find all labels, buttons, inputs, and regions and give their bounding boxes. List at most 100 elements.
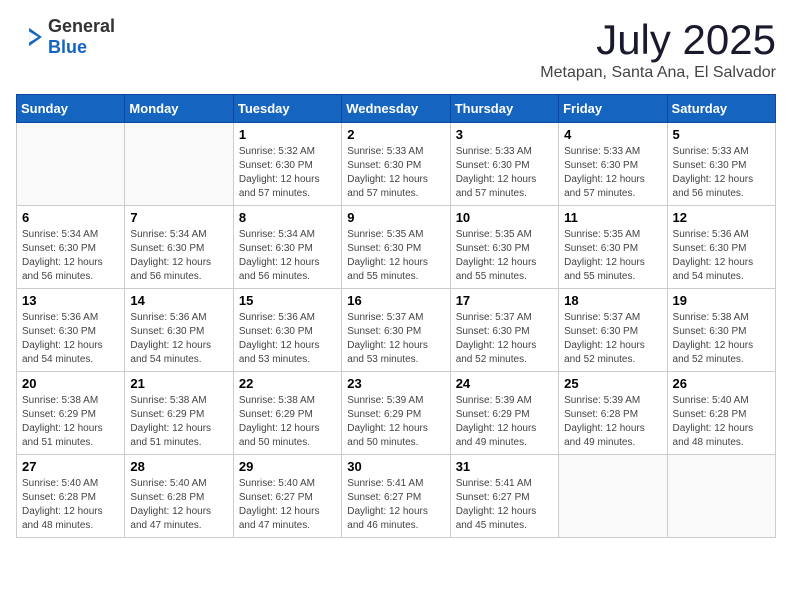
logo-icon (16, 26, 44, 48)
calendar-cell (559, 455, 667, 538)
day-number: 15 (239, 293, 336, 308)
weekday-header: Monday (125, 95, 233, 123)
day-info: Sunrise: 5:37 AMSunset: 6:30 PMDaylight:… (564, 311, 661, 367)
day-number: 16 (347, 293, 444, 308)
day-info: Sunrise: 5:38 AMSunset: 6:29 PMDaylight:… (130, 394, 227, 450)
day-number: 3 (456, 127, 553, 142)
weekday-header: Friday (559, 95, 667, 123)
day-info: Sunrise: 5:37 AMSunset: 6:30 PMDaylight:… (347, 311, 444, 367)
calendar-week-row: 1Sunrise: 5:32 AMSunset: 6:30 PMDaylight… (17, 123, 776, 206)
day-number: 5 (673, 127, 770, 142)
day-number: 20 (22, 376, 119, 391)
calendar-cell: 20 Sunrise: 5:38 AMSunset: 6:29 PMDayligh… (17, 372, 125, 455)
day-info: Sunrise: 5:41 AMSunset: 6:27 PMDaylight:… (456, 477, 553, 533)
weekday-header: Sunday (17, 95, 125, 123)
day-number: 4 (564, 127, 661, 142)
day-info: Sunrise: 5:40 AMSunset: 6:28 PMDaylight:… (22, 477, 119, 533)
day-number: 19 (673, 293, 770, 308)
day-info: Sunrise: 5:35 AMSunset: 6:30 PMDaylight:… (564, 228, 661, 284)
calendar-week-row: 6 Sunrise: 5:34 AMSunset: 6:30 PMDaylight… (17, 206, 776, 289)
day-info: Sunrise: 5:35 AMSunset: 6:30 PMDaylight:… (456, 228, 553, 284)
page-header: General Blue July 2025 Metapan, Santa An… (16, 16, 776, 82)
day-number: 18 (564, 293, 661, 308)
calendar-cell: 14Sunrise: 5:36 AMSunset: 6:30 PMDayligh… (125, 289, 233, 372)
calendar-cell: 3Sunrise: 5:33 AMSunset: 6:30 PMDaylight… (450, 123, 558, 206)
day-number: 27 (22, 459, 119, 474)
day-number: 9 (347, 210, 444, 225)
calendar-cell: 24 Sunrise: 5:39 AMSunset: 6:29 PMDayligh… (450, 372, 558, 455)
calendar-week-row: 20 Sunrise: 5:38 AMSunset: 6:29 PMDayligh… (17, 372, 776, 455)
calendar-cell: 5 Sunrise: 5:33 AMSunset: 6:30 PMDaylight… (667, 123, 775, 206)
day-info: Sunrise: 5:40 AMSunset: 6:28 PMDaylight:… (130, 477, 227, 533)
weekday-header: Thursday (450, 95, 558, 123)
calendar-cell: 12Sunrise: 5:36 AMSunset: 6:30 PMDayligh… (667, 206, 775, 289)
calendar-cell: 23Sunrise: 5:39 AMSunset: 6:29 PMDayligh… (342, 372, 450, 455)
calendar-header-row: SundayMondayTuesdayWednesdayThursdayFrid… (17, 95, 776, 123)
day-number: 21 (130, 376, 227, 391)
day-number: 29 (239, 459, 336, 474)
day-info: Sunrise: 5:36 AMSunset: 6:30 PMDaylight:… (673, 228, 770, 284)
calendar-cell: 22 Sunrise: 5:38 AMSunset: 6:29 PMDayligh… (233, 372, 341, 455)
calendar-cell: 6 Sunrise: 5:34 AMSunset: 6:30 PMDaylight… (17, 206, 125, 289)
day-number: 14 (130, 293, 227, 308)
day-number: 22 (239, 376, 336, 391)
weekday-header: Saturday (667, 95, 775, 123)
calendar-cell: 29 Sunrise: 5:40 AMSunset: 6:27 PMDayligh… (233, 455, 341, 538)
weekday-header: Wednesday (342, 95, 450, 123)
day-info: Sunrise: 5:37 AMSunset: 6:30 PMDaylight:… (456, 311, 553, 367)
calendar-week-row: 27 Sunrise: 5:40 AMSunset: 6:28 PMDayligh… (17, 455, 776, 538)
month-title: July 2025 (540, 16, 776, 64)
day-number: 28 (130, 459, 227, 474)
day-info: Sunrise: 5:33 AMSunset: 6:30 PMDaylight:… (347, 145, 444, 201)
day-number: 30 (347, 459, 444, 474)
day-number: 31 (456, 459, 553, 474)
day-info: Sunrise: 5:36 AMSunset: 6:30 PMDaylight:… (239, 311, 336, 367)
day-info: Sunrise: 5:33 AMSunset: 6:30 PMDaylight:… (673, 145, 770, 201)
logo: General Blue (16, 16, 115, 58)
day-info: Sunrise: 5:38 AMSunset: 6:29 PMDaylight:… (239, 394, 336, 450)
day-info: Sunrise: 5:33 AMSunset: 6:30 PMDaylight:… (564, 145, 661, 201)
day-info: Sunrise: 5:34 AMSunset: 6:30 PMDaylight:… (22, 228, 119, 284)
day-number: 17 (456, 293, 553, 308)
day-info: Sunrise: 5:38 AMSunset: 6:30 PMDaylight:… (673, 311, 770, 367)
calendar-cell: 9Sunrise: 5:35 AMSunset: 6:30 PMDaylight… (342, 206, 450, 289)
calendar-cell: 7 Sunrise: 5:34 AMSunset: 6:30 PMDaylight… (125, 206, 233, 289)
day-info: Sunrise: 5:39 AMSunset: 6:29 PMDaylight:… (347, 394, 444, 450)
calendar-cell: 10 Sunrise: 5:35 AMSunset: 6:30 PMDayligh… (450, 206, 558, 289)
day-number: 10 (456, 210, 553, 225)
calendar-table: SundayMondayTuesdayWednesdayThursdayFrid… (16, 94, 776, 538)
calendar-cell: 19 Sunrise: 5:38 AMSunset: 6:30 PMDayligh… (667, 289, 775, 372)
calendar-cell: 18 Sunrise: 5:37 AMSunset: 6:30 PMDayligh… (559, 289, 667, 372)
calendar-cell: 30 Sunrise: 5:41 AMSunset: 6:27 PMDayligh… (342, 455, 450, 538)
calendar-cell: 15 Sunrise: 5:36 AMSunset: 6:30 PMDayligh… (233, 289, 341, 372)
location-title: Metapan, Santa Ana, El Salvador (540, 64, 776, 82)
day-number: 24 (456, 376, 553, 391)
day-number: 25 (564, 376, 661, 391)
calendar-cell: 4 Sunrise: 5:33 AMSunset: 6:30 PMDaylight… (559, 123, 667, 206)
day-number: 2 (347, 127, 444, 142)
calendar-cell: 25 Sunrise: 5:39 AMSunset: 6:28 PMDayligh… (559, 372, 667, 455)
day-info: Sunrise: 5:40 AMSunset: 6:28 PMDaylight:… (673, 394, 770, 450)
calendar-cell: 8Sunrise: 5:34 AMSunset: 6:30 PMDaylight… (233, 206, 341, 289)
calendar-cell: 26Sunrise: 5:40 AMSunset: 6:28 PMDayligh… (667, 372, 775, 455)
calendar-cell: 11 Sunrise: 5:35 AMSunset: 6:30 PMDayligh… (559, 206, 667, 289)
day-info: Sunrise: 5:39 AMSunset: 6:29 PMDaylight:… (456, 394, 553, 450)
day-info: Sunrise: 5:34 AMSunset: 6:30 PMDaylight:… (239, 228, 336, 284)
calendar-cell (667, 455, 775, 538)
logo-general: General (48, 16, 115, 36)
day-info: Sunrise: 5:34 AMSunset: 6:30 PMDaylight:… (130, 228, 227, 284)
day-number: 6 (22, 210, 119, 225)
calendar-cell: 16 Sunrise: 5:37 AMSunset: 6:30 PMDayligh… (342, 289, 450, 372)
calendar-cell: 28 Sunrise: 5:40 AMSunset: 6:28 PMDayligh… (125, 455, 233, 538)
day-info: Sunrise: 5:38 AMSunset: 6:29 PMDaylight:… (22, 394, 119, 450)
calendar-cell: 21 Sunrise: 5:38 AMSunset: 6:29 PMDayligh… (125, 372, 233, 455)
calendar-week-row: 13Sunrise: 5:36 AMSunset: 6:30 PMDayligh… (17, 289, 776, 372)
calendar-cell: 31 Sunrise: 5:41 AMSunset: 6:27 PMDayligh… (450, 455, 558, 538)
day-info: Sunrise: 5:41 AMSunset: 6:27 PMDaylight:… (347, 477, 444, 533)
calendar-cell: 27 Sunrise: 5:40 AMSunset: 6:28 PMDayligh… (17, 455, 125, 538)
day-number: 11 (564, 210, 661, 225)
day-number: 1 (239, 127, 336, 142)
day-number: 7 (130, 210, 227, 225)
day-info: Sunrise: 5:39 AMSunset: 6:28 PMDaylight:… (564, 394, 661, 450)
day-info: Sunrise: 5:40 AMSunset: 6:27 PMDaylight:… (239, 477, 336, 533)
